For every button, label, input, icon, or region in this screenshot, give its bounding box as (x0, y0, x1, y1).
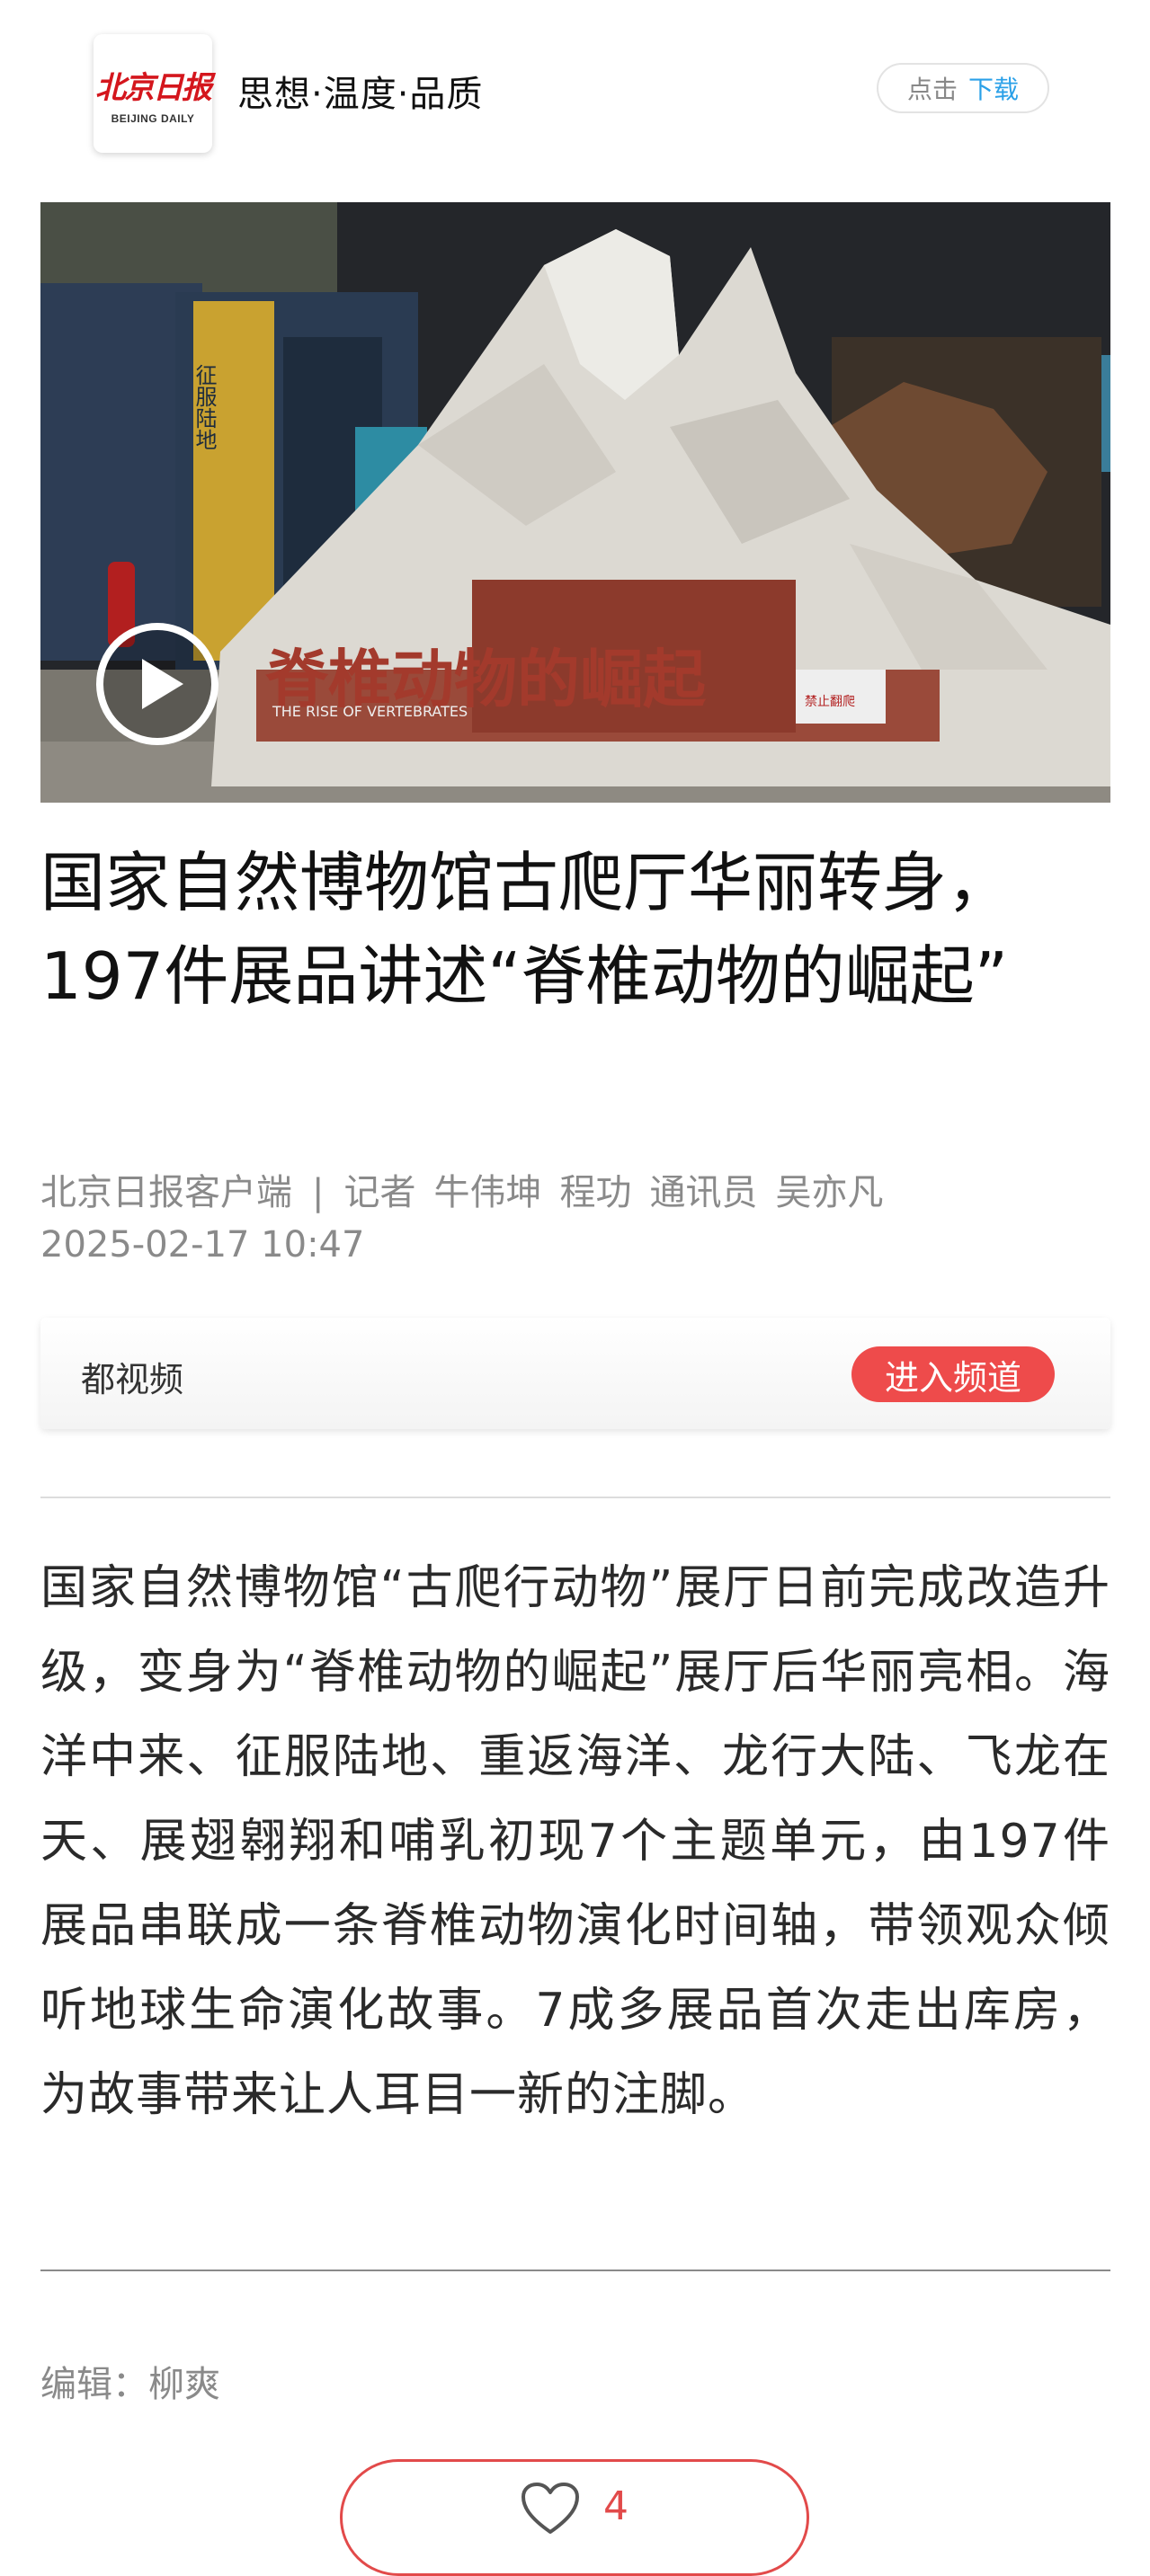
like-count: 4 (603, 2483, 628, 2529)
download-action: 下载 (968, 75, 1020, 104)
article-editor: 编辑：柳爽 (40, 2364, 220, 2405)
correspondent-name: 吴亦凡 (775, 1172, 884, 1213)
article-title: 国家自然博物馆古爬厅华丽转身，197件展品讲述“脊椎动物的崛起” (40, 845, 1012, 1014)
correspondent-label: 通讯员 (649, 1172, 758, 1213)
logo-wordmark: 北京日报 (95, 69, 212, 106)
download-prefix: 点击 (906, 75, 958, 104)
heart-icon (522, 2483, 579, 2534)
app-slogan: 思想·温度·品质 (237, 74, 484, 115)
video-side-sign: 征服陆地 (192, 364, 217, 450)
byline-separator: | (312, 1172, 325, 1213)
enter-channel-button[interactable]: 进入频道 (851, 1346, 1055, 1402)
reporter-label: 记者 (343, 1172, 416, 1213)
article-datetime: 2025-02-17 10:47 (40, 1224, 365, 1266)
app-logo[interactable]: 北京日报 BEIJING DAILY (94, 34, 212, 153)
section-divider (40, 2270, 1110, 2271)
reporter-name: 程功 (559, 1172, 632, 1213)
article-meta: 北京日报客户端 | 记者 牛伟坤 程功 通讯员 吴亦凡 2025-02-17 10:47 (40, 1167, 1110, 1271)
article-video[interactable]: 脊椎动物的崛起 THE RISE OF VERTEBRATES 征服陆地 禁止翻… (40, 202, 1110, 803)
reporter-name: 牛伟坤 (433, 1172, 542, 1213)
download-app-button[interactable]: 点击 下载 (877, 63, 1049, 113)
channel-card: 都视频 进入频道 (40, 1318, 1110, 1429)
article-byline: 北京日报客户端 | 记者 牛伟坤 程功 通讯员 吴亦凡 (40, 1167, 1110, 1219)
app-header: 北京日报 BEIJING DAILY 思想·温度·品质 点击 下载 (0, 0, 1150, 180)
play-button[interactable] (96, 623, 218, 745)
section-divider (40, 1497, 1110, 1498)
logo-subtitle: BEIJING DAILY (111, 111, 195, 125)
like-button[interactable]: 4 (340, 2459, 809, 2576)
video-sign-subtitle: THE RISE OF VERTEBRATES (272, 703, 468, 720)
article-source: 北京日报客户端 (40, 1172, 292, 1213)
video-notice: 禁止翻爬 (805, 695, 855, 709)
article-body: 国家自然博物馆“古爬行动物”展厅日前完成改造升级，变身为“脊椎动物的崛起”展厅后… (40, 1561, 1110, 2122)
play-icon (142, 659, 183, 709)
channel-name: 都视频 (81, 1360, 184, 1399)
